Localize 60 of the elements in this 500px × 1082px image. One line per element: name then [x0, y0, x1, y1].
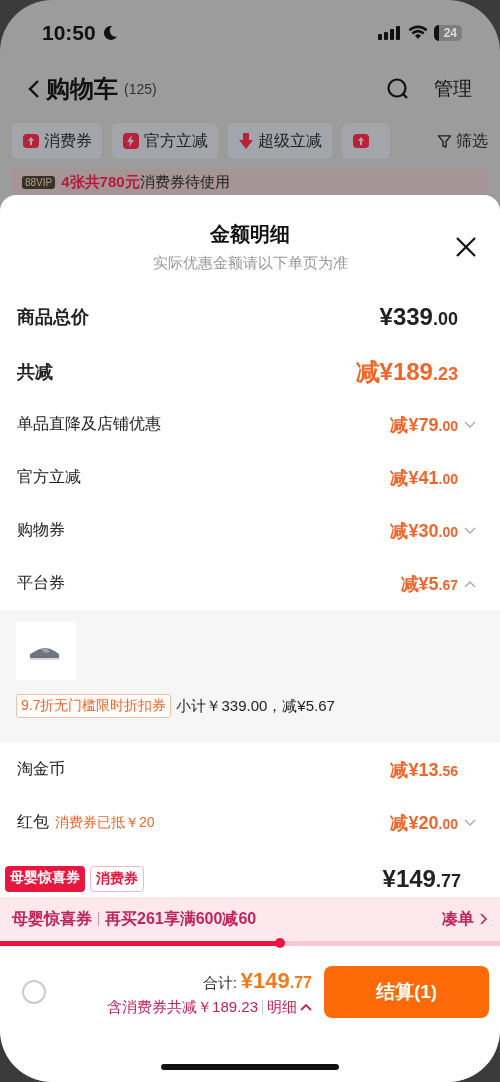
row-amount: 减¥13.56 — [390, 758, 458, 782]
select-all-radio[interactable] — [22, 980, 46, 1004]
promo-bar[interactable]: 母婴惊喜券 再买261享满600减60 凑单 — [0, 897, 500, 941]
chevron-right-icon — [480, 913, 488, 925]
row-label: 商品总价 — [17, 306, 89, 329]
coupon-tag: 9.7折无门槛限时折扣券 — [16, 694, 172, 718]
progress-thumb — [275, 938, 285, 948]
chevron-up-icon — [300, 1003, 312, 1011]
chevron-down-icon[interactable] — [464, 420, 476, 429]
promo-title: 母婴惊喜券 — [12, 908, 92, 929]
signal-icon — [377, 25, 402, 40]
battery-indicator: 24 — [433, 24, 462, 41]
row-amount: 减¥20.00 — [390, 811, 458, 835]
filter-chip[interactable]: 超级立减 — [228, 123, 332, 160]
row-label: 单品直降及店铺优惠 — [17, 414, 161, 434]
sheet-title: 金额明细 — [210, 222, 290, 247]
row-amount: 减¥41.00 — [390, 466, 458, 490]
promo-tag: 母婴惊喜券 — [5, 866, 85, 892]
down-arrow-icon — [238, 132, 254, 151]
filter-chip[interactable]: 消费券 — [12, 123, 102, 160]
item-price: ¥149.77 — [382, 865, 461, 893]
row-label: 购物券 — [17, 520, 65, 540]
vip-badge: 88VIP — [22, 175, 56, 189]
filter-icon — [437, 133, 452, 149]
row-amount: 减¥189.23 — [355, 356, 458, 387]
back-icon[interactable] — [28, 79, 40, 100]
row-amount: 减¥79.00 — [390, 413, 458, 437]
banner-text: 4张共780元消费券待使用 — [61, 172, 230, 192]
row-note: 消费券已抵￥20 — [55, 813, 155, 832]
total-label: 合计: — [202, 973, 237, 993]
sheet-subtitle: 实际优惠金额请以下单页为准 — [152, 254, 348, 273]
promo-tag: 消费券 — [90, 866, 144, 892]
chevron-up-icon[interactable] — [464, 579, 476, 588]
row-amount: ¥339.00 — [379, 303, 458, 331]
coupon-banner[interactable]: 88VIP 4张共780元消费券待使用 — [12, 169, 488, 195]
filter-chip[interactable] — [342, 123, 390, 160]
page-title: 购物车 — [46, 74, 118, 105]
lightning-icon — [122, 132, 140, 151]
row-amount: 减¥5.67 — [400, 572, 458, 596]
close-icon[interactable] — [455, 236, 477, 258]
status-time: 10:50 — [42, 20, 96, 45]
total-amount: ¥149.77 — [240, 967, 312, 994]
subtotal-text: 小计￥339.00，减¥5.67 — [176, 696, 335, 716]
wifi-icon — [407, 25, 428, 41]
savings-text: 含消费券共减￥189.23 — [107, 997, 258, 1017]
chevron-down-icon[interactable] — [464, 526, 476, 535]
filter-chip[interactable]: 官方立减 — [112, 123, 218, 160]
moon-icon — [101, 24, 118, 41]
row-label: 共减 — [17, 360, 53, 384]
detail-toggle[interactable]: 明细 — [267, 997, 312, 1017]
item-count: (125) — [124, 81, 157, 98]
row-label: 红包 — [17, 812, 49, 832]
row-amount: 减¥30.00 — [390, 519, 458, 543]
row-label: 平台券 — [17, 573, 65, 593]
row-label: 淘金币 — [17, 759, 65, 779]
row-label: 官方立减 — [17, 467, 81, 487]
manage-button[interactable]: 管理 — [434, 76, 472, 103]
promo-text: 再买261享满600减60 — [105, 908, 257, 929]
chevron-down-icon[interactable] — [464, 818, 476, 827]
add-items-link[interactable]: 凑单 — [442, 908, 474, 930]
